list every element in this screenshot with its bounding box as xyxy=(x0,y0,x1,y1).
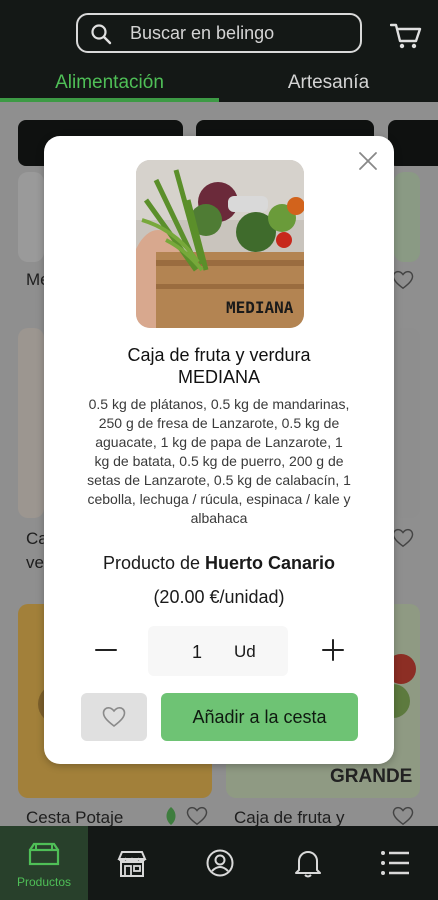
image-tag: MEDIANA xyxy=(226,298,294,317)
quantity-stepper: 1 Ud xyxy=(88,626,350,676)
product-image[interactable] xyxy=(18,172,44,262)
bell-icon xyxy=(295,851,321,878)
product-image[interactable] xyxy=(18,328,44,518)
nav-label: Productos xyxy=(16,875,72,889)
nav-menu[interactable] xyxy=(352,826,438,900)
search-icon xyxy=(91,24,112,45)
image-tag: GRANDE xyxy=(330,766,413,787)
quantity-field[interactable]: 1 Ud xyxy=(148,626,288,676)
producer-prefix: Producto de xyxy=(102,553,201,573)
producer-name[interactable]: Huerto Canario xyxy=(205,553,335,573)
close-icon[interactable] xyxy=(357,150,379,172)
tab-artesania[interactable]: Artesanía xyxy=(219,72,438,102)
product-description: 0.5 kg de plátanos, 0.5 kg de mandarinas… xyxy=(87,396,351,526)
cart-icon[interactable] xyxy=(390,22,422,50)
minus-icon[interactable] xyxy=(94,638,118,662)
bottom-navigation: Productos xyxy=(0,826,438,900)
menu-icon xyxy=(381,851,409,875)
search-bar[interactable] xyxy=(76,13,362,53)
category-chip[interactable] xyxy=(388,120,438,166)
product-title-line: Caja de fruta y verdura xyxy=(127,345,311,365)
quantity-unit: Ud xyxy=(234,642,256,661)
heart-icon[interactable] xyxy=(392,528,414,548)
nav-profile[interactable] xyxy=(176,826,264,900)
top-header: Alimentación Artesanía xyxy=(0,0,438,102)
leaf-icon xyxy=(166,807,176,825)
nav-store[interactable] xyxy=(88,826,176,900)
product-detail-modal: MEDIANA Caja de fruta y verdura MEDIANA … xyxy=(44,136,394,764)
plus-icon[interactable] xyxy=(321,638,345,662)
product-image[interactable] xyxy=(394,172,420,262)
favorite-button[interactable] xyxy=(81,693,147,741)
search-input[interactable] xyxy=(130,22,350,44)
product-title: Caja de fruta y verdura MEDIANA xyxy=(64,344,374,388)
heart-icon[interactable] xyxy=(392,270,414,290)
heart-icon[interactable] xyxy=(186,806,208,826)
nav-productos[interactable]: Productos xyxy=(0,826,88,900)
product-name: Caja de fruta y xyxy=(234,808,345,826)
product-title-line: MEDIANA xyxy=(177,367,260,387)
user-icon xyxy=(206,849,234,877)
add-to-cart-button[interactable]: Añadir a la cesta xyxy=(161,693,358,741)
store-icon xyxy=(117,851,147,877)
box-icon xyxy=(28,842,60,866)
heart-icon xyxy=(102,706,126,728)
product-name: ve xyxy=(26,553,44,572)
product-image[interactable] xyxy=(394,328,420,518)
unit-price: (20.00 €/unidad) xyxy=(153,587,285,607)
product-name: Cesta Potaje xyxy=(26,808,124,826)
heart-icon[interactable] xyxy=(392,806,414,826)
nav-notifications[interactable] xyxy=(264,826,352,900)
product-image: MEDIANA xyxy=(136,160,304,328)
producer-info: Producto de Huerto Canario xyxy=(64,553,374,574)
quantity-value[interactable]: 1 xyxy=(192,642,202,663)
